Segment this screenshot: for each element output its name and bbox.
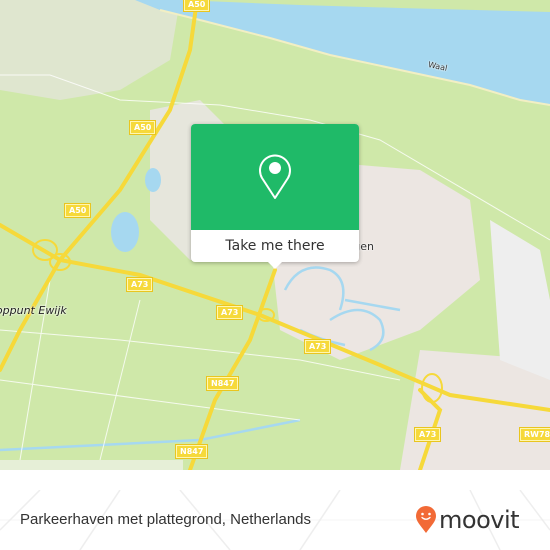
road-shield-n847: N847 (176, 445, 208, 458)
moovit-logo[interactable]: moovit (415, 504, 520, 536)
location-title: Parkeerhaven met plattegrond, Netherland… (20, 511, 312, 528)
map-pin-icon (259, 154, 291, 199)
footer-bar: Parkeerhaven met plattegrond, Netherland… (0, 490, 550, 550)
map-view[interactable]: A50 A50 A50 A73 A73 A73 A73 N847 N847 RW… (0, 0, 550, 470)
location-popup[interactable]: Take me there (191, 124, 359, 269)
map-attribution[interactable]: © OpenStreetMap contributors (0, 460, 183, 470)
moovit-wordmark: moovit (439, 506, 520, 534)
road-shield-a50: A50 (65, 204, 91, 217)
road-shield-n847: N847 (207, 377, 239, 390)
road-shield-a73: A73 (217, 306, 243, 319)
popup-tail (268, 262, 282, 269)
road-shield-a73: A73 (305, 340, 331, 353)
road-shield-a73: A73 (415, 428, 441, 441)
moovit-smiley-pin-icon (416, 506, 436, 533)
road-shield-a50: A50 (130, 121, 156, 134)
place-label-knooppunt-ewijk: Knooppunt Ewijk (0, 304, 67, 317)
popup-header (191, 124, 359, 230)
road-shield-a73: A73 (127, 278, 153, 291)
road-shield-a50: A50 (184, 0, 210, 11)
take-me-there-button[interactable]: Take me there (191, 230, 359, 262)
road-shield-rw78: RW78 (520, 428, 550, 441)
